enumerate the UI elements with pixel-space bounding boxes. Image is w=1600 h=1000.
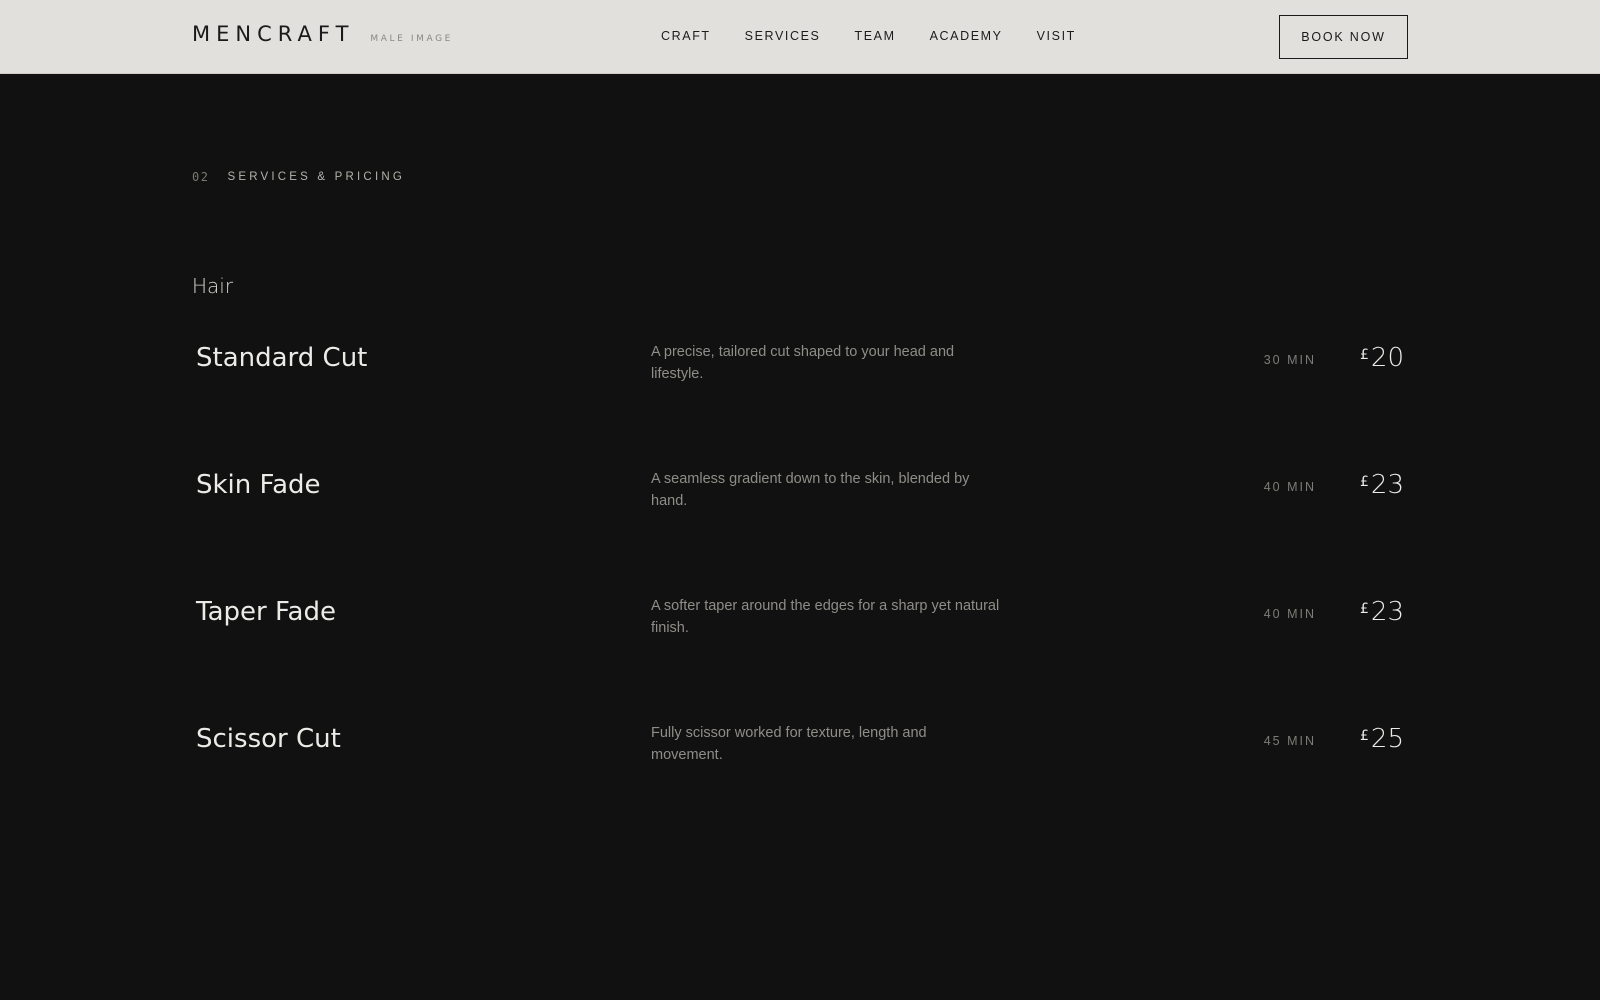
section-number: 02 xyxy=(192,170,210,184)
currency-symbol: £ xyxy=(1359,347,1369,363)
nav-item-craft[interactable]: CRAFT xyxy=(661,29,711,43)
category-title: Hair xyxy=(192,274,234,298)
nav-item-visit[interactable]: VISIT xyxy=(1037,29,1076,43)
service-row: Taper Fade A softer taper around the edg… xyxy=(192,597,1408,657)
price-amount: 23 xyxy=(1370,597,1404,627)
service-description: A softer taper around the edges for a sh… xyxy=(651,598,1000,636)
nav-item-academy[interactable]: ACADEMY xyxy=(930,29,1003,43)
service-price: £ 23 xyxy=(1360,597,1404,627)
service-duration: 40 MIN xyxy=(1263,480,1316,494)
service-duration: 30 MIN xyxy=(1263,353,1316,367)
currency-symbol: £ xyxy=(1359,728,1369,744)
service-description: A precise, tailored cut shaped to your h… xyxy=(651,344,955,382)
service-name: Standard Cut xyxy=(196,343,368,373)
price-amount: 20 xyxy=(1370,343,1404,373)
currency-symbol: £ xyxy=(1359,474,1369,490)
section-heading: 02 SERVICES & PRICING xyxy=(192,170,405,184)
brand-tagline: MALE IMAGE xyxy=(370,34,453,44)
service-description: Fully scissor worked for texture, length… xyxy=(651,725,927,763)
currency-symbol: £ xyxy=(1359,601,1369,617)
service-name: Taper Fade xyxy=(196,597,336,627)
service-price: £ 25 xyxy=(1360,724,1404,754)
service-name: Scissor Cut xyxy=(196,724,341,754)
price-amount: 25 xyxy=(1370,724,1404,754)
book-now-button[interactable]: BOOK NOW xyxy=(1279,15,1408,59)
service-row: Standard Cut A precise, tailored cut sha… xyxy=(192,343,1408,403)
nav-item-services[interactable]: SERVICES xyxy=(745,29,821,43)
site-header: MENCRAFT MALE IMAGE CRAFT SERVICES TEAM … xyxy=(0,0,1600,74)
main-nav: CRAFT SERVICES TEAM ACADEMY VISIT xyxy=(661,29,1076,43)
service-duration: 40 MIN xyxy=(1263,607,1316,621)
service-row: Scissor Cut Fully scissor worked for tex… xyxy=(192,724,1408,784)
nav-item-team[interactable]: TEAM xyxy=(854,29,895,43)
service-duration: 45 MIN xyxy=(1263,734,1316,748)
section-title: SERVICES & PRICING xyxy=(227,171,405,183)
service-price: £ 23 xyxy=(1360,470,1404,500)
service-description: A seamless gradient down to the skin, bl… xyxy=(651,471,970,509)
service-row: Skin Fade A seamless gradient down to th… xyxy=(192,470,1408,530)
service-name: Skin Fade xyxy=(196,470,321,500)
brand-logo[interactable]: MENCRAFT MALE IMAGE xyxy=(192,22,453,46)
brand-name: MENCRAFT xyxy=(192,22,355,46)
service-price: £ 20 xyxy=(1360,343,1404,373)
price-amount: 23 xyxy=(1370,470,1404,500)
